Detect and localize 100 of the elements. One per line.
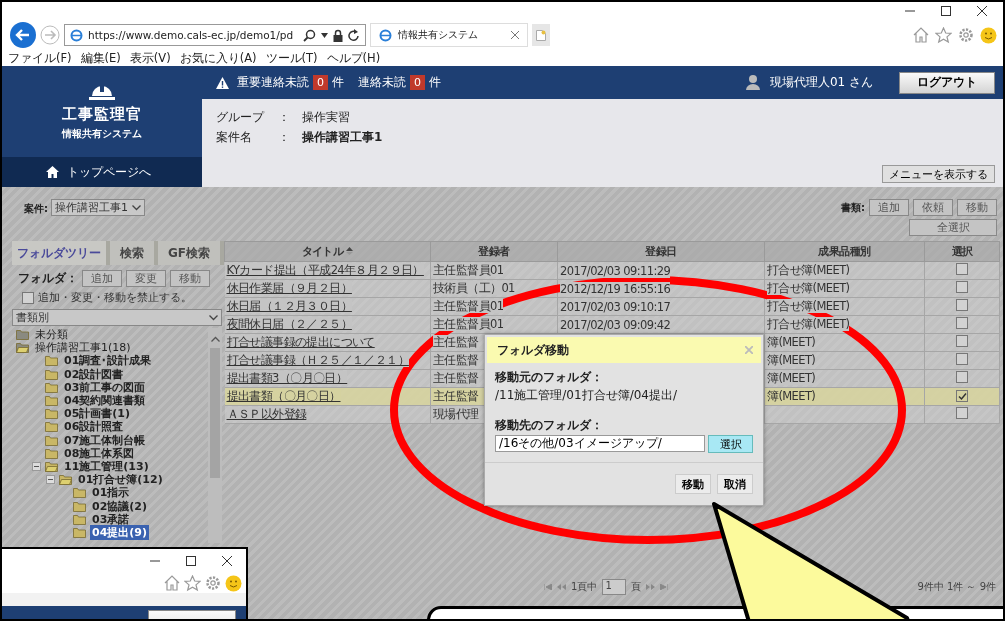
settings-icon[interactable] [205, 575, 221, 591]
menu-item[interactable]: 編集(E) [80, 50, 121, 66]
move-button[interactable]: 移動 [675, 474, 711, 494]
document-action-button[interactable]: 依頼 [913, 199, 953, 216]
column-header[interactable]: 選択 [924, 241, 1000, 262]
row-checkbox[interactable] [956, 281, 968, 293]
target-label: 移動先のフォルダ： [495, 417, 604, 434]
count-badge: 0 [410, 75, 425, 90]
row-checkbox[interactable] [956, 371, 968, 383]
table-cell: 打合せ簿(MEET) [767, 281, 850, 295]
refresh-icon[interactable] [348, 28, 360, 42]
document-link[interactable]: 打合せ議事録の提出について [226, 335, 375, 349]
document-link[interactable]: ＡＳＰ以外登録 [226, 407, 307, 421]
tree-item[interactable]: 08施工体系図 [62, 445, 137, 461]
forward-icon[interactable] [40, 25, 60, 45]
column-header[interactable]: 登録者 [430, 241, 558, 262]
sort-icon[interactable] [346, 247, 354, 255]
collapse-icon[interactable] [32, 461, 41, 471]
tree-item[interactable]: 04提出(9) [90, 524, 150, 540]
document-link[interactable]: 休日届（１２月３０日） [226, 299, 352, 313]
document-link[interactable]: 休日作業届（９月２日） [226, 281, 352, 295]
search-icon[interactable] [303, 28, 316, 42]
maximize-icon[interactable] [941, 6, 951, 16]
first-page-icon[interactable] [544, 584, 552, 590]
show-menu-button[interactable]: メニューを表示する [882, 165, 995, 183]
document-link[interactable]: 夜間休日届（２／２５） [226, 317, 352, 331]
folder-action-button[interactable]: 追加 [82, 270, 122, 287]
document-link[interactable]: 提出書類（〇月〇日） [226, 389, 341, 403]
checkbox[interactable] [22, 291, 34, 304]
tree-item[interactable]: 03承諾 [90, 511, 132, 527]
table-cell: 打合せ簿(MEET) [767, 299, 850, 313]
tree-item[interactable]: 07施工体制台帳 [62, 432, 148, 448]
address-bar[interactable]: https://www.demo.cals-ec.jp/demo1/pd [64, 24, 366, 46]
row-checkbox[interactable] [956, 353, 968, 365]
maximize-icon[interactable] [186, 556, 196, 566]
category-select[interactable]: 書類別 [12, 309, 222, 326]
row-checkbox[interactable] [956, 390, 968, 402]
table-cell: 打合せ簿(MEET) [767, 317, 850, 331]
tree-item[interactable]: 03前工事の図面 [62, 379, 148, 395]
settings-icon[interactable] [958, 27, 974, 43]
document-action-button[interactable]: 追加 [869, 199, 909, 216]
star-icon[interactable] [184, 574, 201, 592]
project-label: 案件: [24, 202, 48, 216]
star-icon[interactable] [935, 26, 952, 44]
column-header[interactable]: タイトル [224, 241, 431, 262]
folder-action-button[interactable]: 移動 [170, 270, 210, 287]
browser-tab[interactable]: 情報共有システム [370, 23, 528, 47]
page-input[interactable]: 1 [602, 579, 627, 595]
row-checkbox[interactable] [956, 335, 968, 347]
menu-item[interactable]: ヘルプ(H) [326, 50, 381, 66]
menu-item[interactable]: 表示(V) [129, 50, 171, 66]
close-icon[interactable] [977, 6, 987, 16]
next-page-icon[interactable] [646, 584, 656, 590]
document-link[interactable]: KYカード提出（平成24年８月２９日） [226, 263, 424, 277]
caret-icon[interactable] [132, 204, 141, 211]
smiley-icon[interactable] [225, 574, 242, 592]
previous-page-icon[interactable] [557, 584, 566, 590]
row-checkbox[interactable] [956, 407, 968, 419]
project-select[interactable]: 操作講習工事1 [51, 199, 145, 216]
caret-icon[interactable] [209, 314, 218, 321]
side-tab[interactable]: 検索 [110, 241, 158, 265]
cancel-button[interactable]: 取消 [717, 474, 753, 494]
tree-item[interactable]: 02設計図書 [62, 366, 126, 382]
last-page-icon[interactable] [660, 584, 669, 590]
collapse-icon[interactable] [46, 475, 55, 485]
home-link[interactable]: トップページへ [2, 157, 202, 187]
folder-action-button[interactable]: 変更 [126, 270, 166, 287]
logout-button[interactable]: ログアウト [899, 71, 995, 94]
column-header[interactable]: 成果品種別 [764, 241, 925, 262]
menu-item[interactable]: お気に入り(A) [179, 50, 257, 66]
tree-item[interactable]: 01打合せ簿(12) [76, 472, 165, 488]
home-icon[interactable] [46, 166, 59, 178]
target-path-field[interactable]: /16その他/03イメージアップ/ [495, 435, 705, 452]
column-header[interactable]: 登録日 [557, 241, 765, 262]
document-action-button[interactable]: 移動 [957, 199, 997, 216]
menu-item[interactable]: ファイル(F) [8, 50, 72, 66]
document-link[interactable]: 打合せ議事録（Ｈ２５／１／２１） [226, 353, 409, 367]
close-icon[interactable] [222, 556, 232, 566]
document-link[interactable]: 提出書類3（〇月〇日） [226, 371, 348, 385]
user-icon [745, 75, 760, 90]
row-checkbox[interactable] [956, 317, 968, 329]
smiley-icon[interactable] [980, 26, 997, 44]
tree-item[interactable]: 01調査･設計成果 [62, 353, 154, 369]
scroll-up-icon[interactable] [210, 336, 220, 342]
side-tab[interactable]: フォルダツリー [12, 241, 110, 265]
tree-item[interactable]: 06設計照査 [62, 419, 126, 435]
select-all-button[interactable]: 全選択 [909, 219, 997, 236]
scrollbar[interactable] [208, 328, 222, 543]
dropdown-icon[interactable] [321, 32, 328, 38]
tree-item[interactable]: 01指示 [90, 485, 132, 501]
row-checkbox[interactable] [956, 299, 968, 311]
tree-item[interactable]: 未分類 [33, 327, 70, 343]
new-tab-icon[interactable] [536, 29, 546, 41]
new-tab-button[interactable] [532, 24, 550, 46]
row-checkbox[interactable] [956, 263, 968, 275]
back-icon[interactable] [10, 22, 36, 48]
select-button[interactable]: 選択 [708, 435, 753, 453]
menu-item[interactable]: ツール(T) [265, 50, 318, 66]
tree-item[interactable]: 02協議(2) [90, 498, 150, 514]
tree-item[interactable]: 11施工管理(13) [62, 458, 151, 474]
